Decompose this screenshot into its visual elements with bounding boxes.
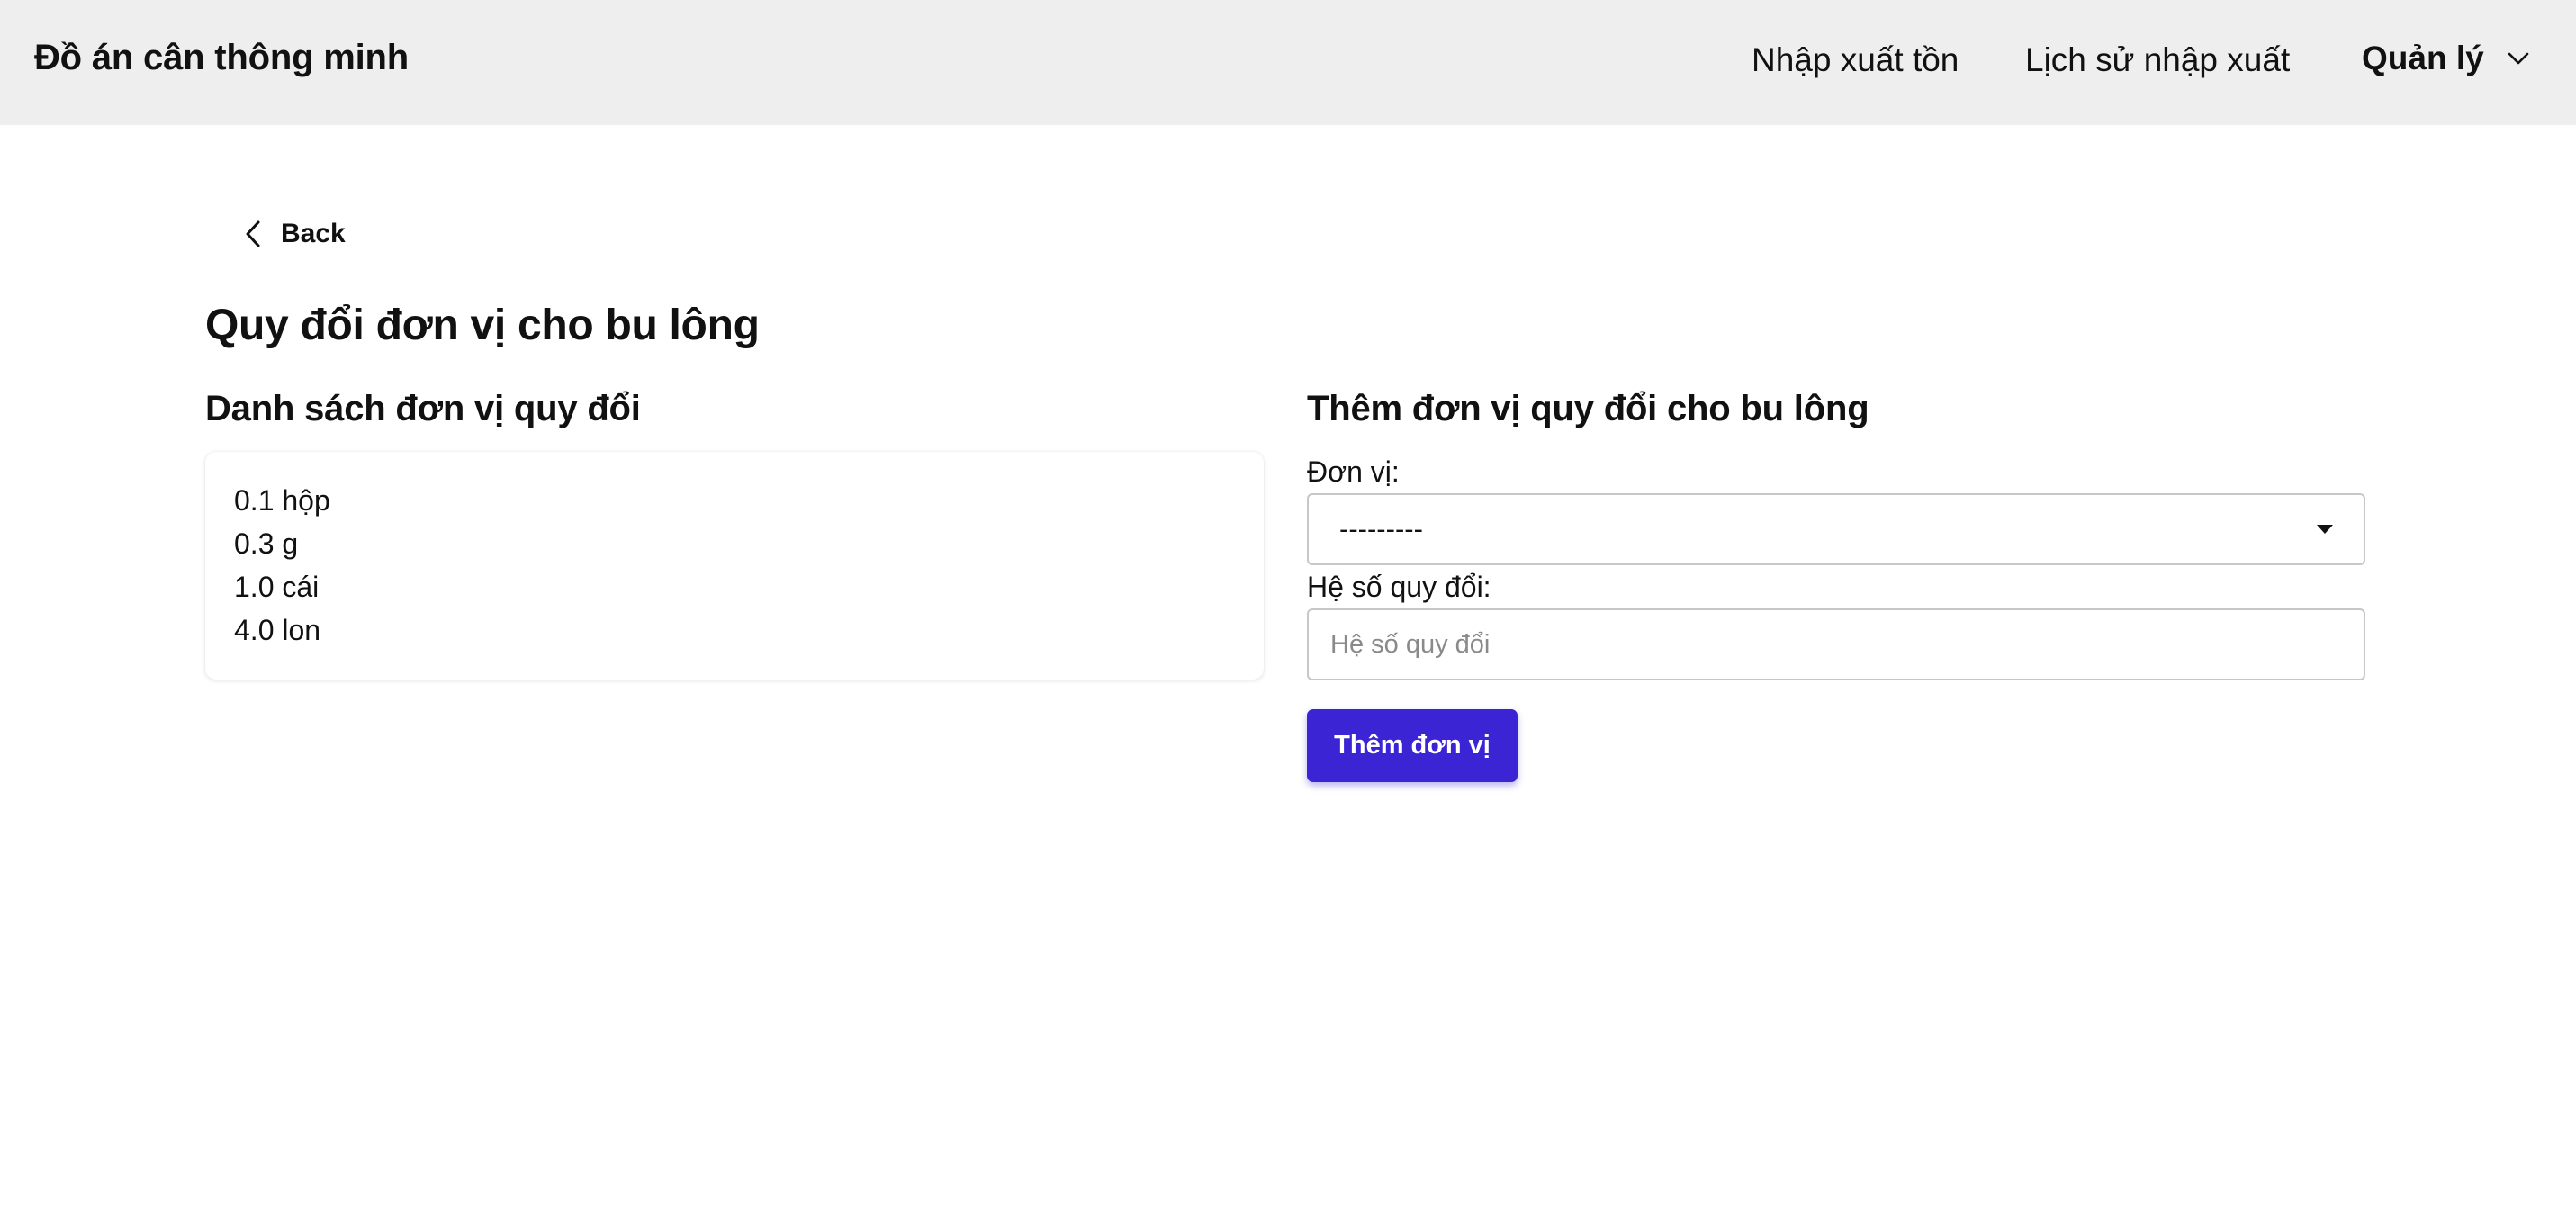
page-title: Quy đổi đơn vị cho bu lông	[205, 302, 760, 349]
nav-link-lich-su-nhap-xuat[interactable]: Lịch sử nhập xuất	[2025, 41, 2290, 79]
conversion-list-card: 0.1 hộp 0.3 g 1.0 cái 4.0 lon	[205, 452, 1264, 680]
navbar: Đồ án cân thông minh Nhập xuất tồn Lịch …	[0, 0, 2576, 125]
nav-link-nhap-xuat-ton[interactable]: Nhập xuất tồn	[1752, 41, 1959, 79]
list-item: 0.1 hộp	[234, 484, 330, 517]
conversion-list: 0.1 hộp 0.3 g 1.0 cái 4.0 lon	[234, 479, 1235, 652]
unit-select-value: ---------	[1339, 513, 1423, 544]
factor-label: Hệ số quy đổi:	[1307, 571, 1491, 603]
list-item: 1.0 cái	[234, 571, 320, 603]
list-section-title: Danh sách đơn vị quy đổi	[205, 389, 641, 428]
unit-label: Đơn vị:	[1307, 455, 1400, 488]
add-unit-button[interactable]: Thêm đơn vị	[1307, 709, 1518, 782]
factor-input[interactable]	[1307, 608, 2365, 680]
caret-down-icon	[2317, 525, 2333, 534]
brand-title[interactable]: Đồ án cân thông minh	[34, 38, 409, 78]
nav-dropdown-label: Quản lý	[2362, 40, 2484, 76]
chevron-down-icon	[2506, 46, 2531, 71]
list-item: 0.3 g	[234, 527, 299, 560]
list-item: 4.0 lon	[234, 614, 321, 646]
unit-select[interactable]: ---------	[1307, 493, 2365, 565]
form-section-title: Thêm đơn vị quy đổi cho bu lông	[1307, 389, 1869, 428]
back-button[interactable]: Back	[238, 216, 346, 252]
nav-dropdown-quan-ly[interactable]: Quản lý	[2362, 40, 2531, 77]
chevron-left-icon	[238, 216, 268, 252]
back-label: Back	[281, 219, 346, 248]
